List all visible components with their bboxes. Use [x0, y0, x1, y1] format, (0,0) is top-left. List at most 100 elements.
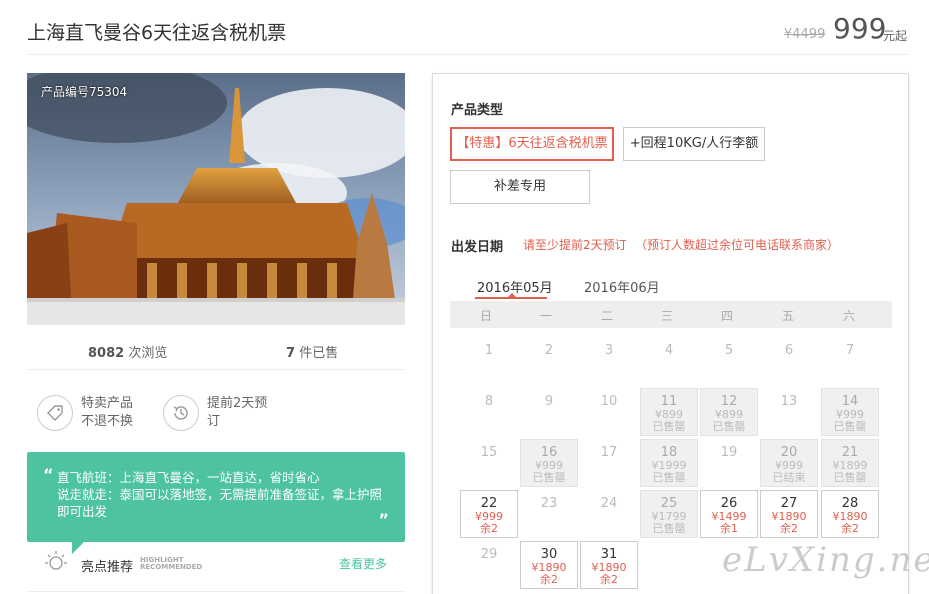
view-more-link[interactable]: 查看更多	[339, 555, 387, 572]
open-quote: “	[43, 465, 54, 484]
view-label: 次浏览	[128, 346, 168, 361]
sold-label: 件已售	[299, 346, 339, 361]
calendar-day: 5	[700, 337, 758, 385]
day-number: 14	[841, 394, 859, 409]
calendar-day: 2	[520, 337, 578, 385]
day-status: 已售罄	[833, 420, 867, 433]
calendar-day: 12 ¥899 已售罄	[700, 388, 758, 436]
day-status: 已售罄	[712, 420, 746, 433]
day-number: 25	[660, 496, 678, 511]
original-price: ¥4499	[784, 27, 826, 42]
highlight-sub-line2: RECOMMENDED	[140, 563, 203, 571]
header-divider	[27, 54, 909, 55]
active-month-indicator	[475, 297, 547, 299]
day-number: 8	[484, 394, 494, 409]
highlight-subtitle: HIGHLIGHT RECOMMENDED	[140, 557, 202, 571]
day-number: 7	[845, 343, 855, 358]
day-status: 余1	[720, 522, 738, 535]
sold-count: 7	[286, 346, 296, 361]
calendar-day: 18 ¥1999 已售罄	[640, 439, 698, 487]
calendar-day: 4	[640, 337, 698, 385]
product-photo[interactable]: 产品编号75304	[27, 73, 405, 325]
close-quote: ”	[378, 510, 389, 529]
calendar-day[interactable]: 30 ¥1890 余2	[520, 541, 578, 589]
calendar-day: 23	[520, 490, 578, 538]
feature-advance-booking: 提前2天预 订	[207, 395, 267, 431]
calendar-day: 15	[460, 439, 518, 487]
day-number: 24	[600, 496, 618, 511]
day-number: 16	[540, 445, 558, 460]
calendar-day: 8	[460, 388, 518, 436]
calendar-day: 11 ¥899 已售罄	[640, 388, 698, 436]
day-status: 余2	[780, 522, 798, 535]
day-number: 22	[480, 496, 498, 511]
calendar-day[interactable]: 28 ¥1890 余2	[821, 490, 879, 538]
view-count: 8082	[88, 346, 125, 361]
calendar-day: 1	[460, 337, 518, 385]
calendar-day: 9	[520, 388, 578, 436]
day-status: 余2	[480, 522, 498, 535]
calendar-day[interactable]: 22 ¥999 余2	[460, 490, 518, 538]
calendar-day[interactable]: 31 ¥1890 余2	[580, 541, 638, 589]
day-number: 29	[480, 547, 498, 562]
weekday-wed: 三	[660, 309, 673, 323]
promo-text: 直飞航班：上海直飞曼谷，一站直达，省时省心 说走就走：泰国可以落地签，无需提前准…	[57, 470, 383, 519]
day-number: 27	[780, 496, 798, 511]
weekday-header: 日 一 二 三 四 五 六	[450, 301, 892, 328]
feature-line1: 提前2天预	[207, 396, 268, 411]
option-special-ticket[interactable]: 【特惠】6天往返含税机票	[450, 127, 614, 161]
calendar-day: 7	[821, 337, 879, 385]
calendar-day: 6	[760, 337, 818, 385]
day-status: 已售罄	[833, 471, 867, 484]
sold-stat: 7 件已售	[286, 342, 338, 361]
calendar-day: 19	[700, 439, 758, 487]
option-luggage[interactable]: +回程10KG/人行李额	[623, 127, 765, 161]
calendar-day[interactable]: 27 ¥1890 余2	[760, 490, 818, 538]
calendar-day[interactable]: 26 ¥1499 余1	[700, 490, 758, 538]
day-number: 30	[540, 547, 558, 562]
promo-pointer	[72, 542, 84, 554]
history-clock-icon	[163, 395, 199, 431]
calendar-day: 17	[580, 439, 638, 487]
day-number: 10	[600, 394, 618, 409]
day-number: 20	[780, 445, 798, 460]
calendar-day: 24	[580, 490, 638, 538]
price-unit: 元起	[883, 29, 908, 43]
weekday-thu: 四	[720, 309, 733, 323]
product-page: 上海直飞曼谷6天往返含税机票 ¥4499 999 元起 产品编号75304 80…	[0, 0, 929, 594]
departure-date-label: 出发日期	[451, 240, 504, 255]
day-number: 15	[480, 445, 498, 460]
calendar-day: 10	[580, 388, 638, 436]
day-number: 11	[660, 394, 678, 409]
weekday-mon: 一	[539, 309, 552, 323]
day-number: 13	[780, 394, 798, 409]
weekday-sun: 日	[479, 309, 492, 323]
day-number: 2	[544, 343, 554, 358]
feature-line2: 不退不换	[81, 414, 134, 429]
day-number: 18	[660, 445, 678, 460]
day-number: 3	[604, 343, 614, 358]
calendar-day: 16 ¥999 已售罄	[520, 439, 578, 487]
view-stat: 8082 次浏览	[88, 342, 167, 361]
promo-box: “ 直飞航班：上海直飞曼谷，一站直达，省时省心 说走就走：泰国可以落地签，无需提…	[27, 452, 405, 542]
watermark: eLvXing.net	[722, 540, 929, 580]
calendar-day: 13	[760, 388, 818, 436]
day-number: 5	[724, 343, 734, 358]
day-number: 17	[600, 445, 618, 460]
product-number: 产品编号75304	[41, 85, 128, 99]
tab-month-june[interactable]: 2016年06月	[584, 277, 660, 296]
day-number: 28	[841, 496, 859, 511]
weekday-sat: 六	[842, 309, 855, 323]
day-number: 4	[664, 343, 674, 358]
day-status: 余2	[600, 573, 618, 586]
feature-line1: 特卖产品	[81, 396, 134, 411]
day-number: 1	[484, 343, 494, 358]
calendar-day: 20 ¥999 已结束	[760, 439, 818, 487]
price-tag-icon	[37, 395, 73, 431]
option-price-diff[interactable]: 补差专用	[450, 170, 590, 204]
booking-panel: 产品类型 【特惠】6天往返含税机票 +回程10KG/人行李额 补差专用 出发日期…	[432, 73, 909, 594]
day-status: 余2	[540, 573, 558, 586]
day-number: 19	[720, 445, 738, 460]
contact-note: （预订人数超过余位可电话联系商家）	[635, 238, 840, 252]
current-price: 999	[833, 12, 887, 45]
